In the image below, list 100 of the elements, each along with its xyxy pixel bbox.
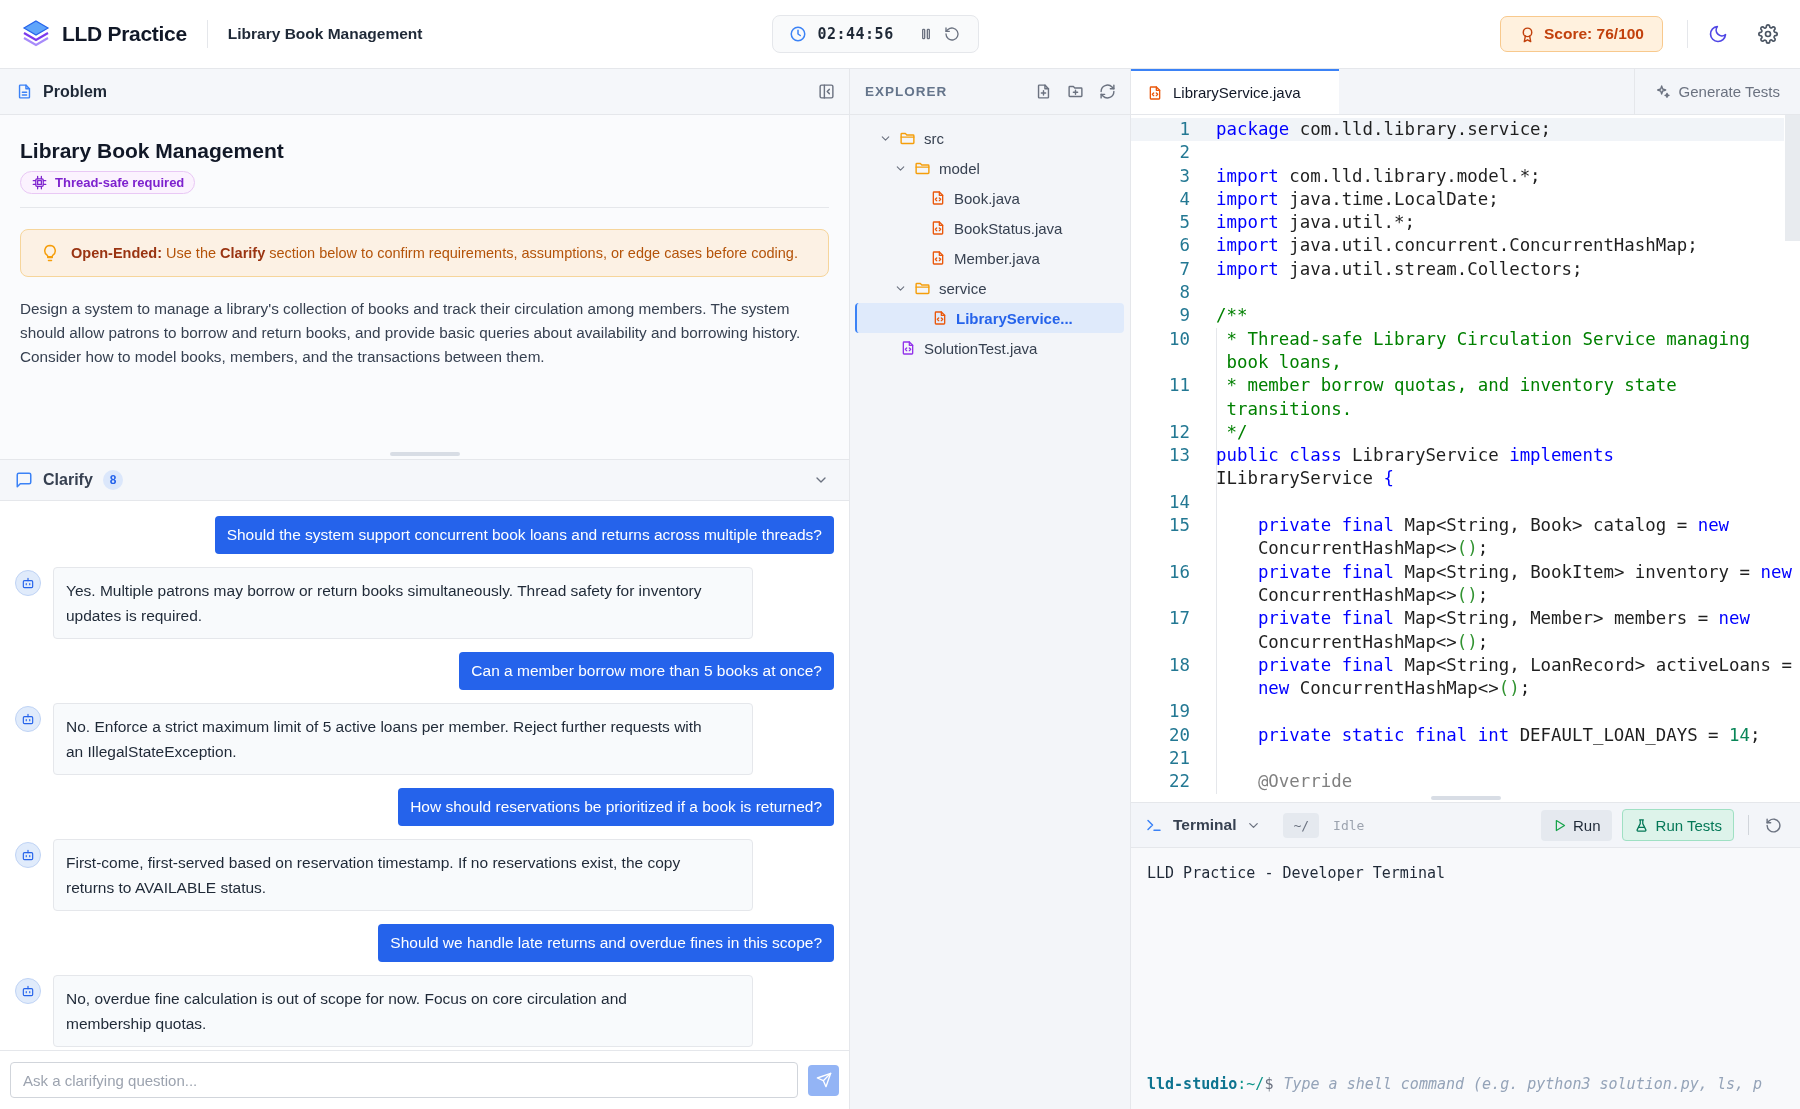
code-line: import com.lld.library.model.*; [1216,164,1542,188]
timer-text: 02:44:56 [817,25,894,43]
panel-title: Problem [43,82,107,101]
answer-bubble: No. Enforce a strict maximum limit of 5 active loans per member. Reject further requests with an IllegalStateException. [53,703,753,775]
flask-icon [1633,817,1649,833]
line-number: 13 [1168,444,1191,468]
resize-handle[interactable] [390,452,460,456]
code-line: private final Map<String, Member> members = new ConcurrentHashMap<>(); [1216,607,1800,654]
line-number: 6 [1178,234,1191,258]
robot-icon [21,576,35,590]
new-file-icon[interactable] [1035,83,1052,100]
terminal-output: LLD Practice - Developer Terminal [1147,864,1446,882]
requirement-tag: Thread-safe required [20,171,196,194]
answer-bubble: First-come, first-served based on reservation timestamp. If no reservations exist, the copy returns to AVAILABLE status. [53,839,753,911]
question-bubble: Can a member borrow more than 5 books at once? [459,652,834,690]
problem-heading: Library Book Management [20,139,285,163]
clarify-header[interactable]: Clarify 8 [0,459,849,501]
question-bubble: How should reservations be prioritized if a book is returned? [398,788,834,826]
robot-icon [21,984,35,998]
line-number: 11 [1168,374,1191,398]
code-line: import java.util.concurrent.ConcurrentHashMap; [1216,234,1699,258]
line-number: 3 [1178,164,1191,188]
chip-icon [32,175,47,190]
question-bubble: Should the system support concurrent book loans and returns across multiple threads? [214,516,834,554]
command-input[interactable]: Type a shell command (e.g. python3 solution.py, ls, p [1283,1075,1784,1093]
line-number: 20 [1168,723,1191,747]
score-button[interactable]: Score: 76/100 [1500,16,1663,52]
tree-item[interactable]: src [855,123,1124,153]
section-title: Clarify [43,471,93,489]
line-number: 17 [1168,607,1191,631]
question-input[interactable]: Ask a clarifying question... [10,1062,798,1098]
code-line: public class LibraryService implements ILibraryService { [1216,444,1766,491]
sparkle-icon [1654,83,1671,100]
tree-item[interactable]: Book.java [855,183,1124,213]
resize-handle[interactable] [1430,796,1501,800]
file-tab[interactable]: LibraryService.java [1131,69,1339,114]
refresh-icon[interactable] [1099,83,1116,100]
line-number: 12 [1168,420,1191,444]
tree-item[interactable]: service [855,273,1124,303]
tree-item[interactable]: SolutionTest.java [855,333,1124,363]
prompt-path: :~/ [1237,1075,1265,1093]
prompt-host: lld-studio [1147,1075,1238,1093]
terminal-title: Terminal [1173,816,1237,834]
line-number: 10 [1168,327,1191,351]
count-badge: 8 [102,470,124,490]
code-file-icon [932,310,948,326]
code-line: * Thread-safe Library Circulation Service managing book loans, [1216,327,1777,375]
line-number: 19 [1168,700,1191,724]
code-line: import java.util.*; [1216,211,1416,235]
line-number: 7 [1178,257,1191,281]
problem-description: Design a system to manage a library's collection of books and track their circulation among members. The system should allow patrons to borrow and return books, and provide basic queries about availability and borrowing history. Consider how to model books, members, and the transactions between them. [20,299,802,367]
reset-icon[interactable] [1765,816,1782,834]
reset-icon[interactable] [943,26,960,42]
line-number: 22 [1168,770,1191,794]
answer-bubble: Yes. Multiple patrons may borrow or return books simultaneously. Thread safety for inventory updates is required. [53,567,753,639]
send-icon [815,1072,832,1088]
collapse-panel-icon[interactable] [818,83,835,100]
layers-logo-icon [22,19,50,49]
line-number: 2 [1178,141,1191,165]
code-line: */ [1216,420,1777,445]
new-folder-icon[interactable] [1067,83,1084,100]
app-name: LLD Practice [62,22,187,46]
code-file-icon [930,220,946,236]
chat-icon [15,471,33,489]
prompt-symbol: $ [1264,1075,1274,1093]
line-number: 14 [1168,490,1191,514]
run-button[interactable]: Run [1541,809,1612,841]
line-number: 9 [1178,304,1191,328]
code-line: import java.util.stream.Collectors; [1216,257,1584,281]
tree-item[interactable]: Member.java [855,243,1124,273]
problem-title: Library Book Management [227,25,423,43]
code-line: /** [1216,304,1249,328]
line-number: 8 [1178,281,1191,305]
document-icon [16,83,33,100]
lightbulb-icon [41,244,59,262]
tree-item[interactable]: BookStatus.java [855,213,1124,243]
line-number: 15 [1168,514,1191,538]
code-file-icon [930,250,946,266]
code-line: @Override [1216,770,1800,794]
line-number: 4 [1178,187,1191,211]
code-line: private static final int DEFAULT_LOAN_DAYS = 14; [1216,723,1800,747]
line-number: 16 [1168,560,1191,584]
tree-item[interactable]: model [855,153,1124,183]
tree-item[interactable]: LibraryService... [855,303,1124,333]
line-number: 21 [1168,747,1191,770]
settings-icon[interactable] [1758,24,1778,44]
run-tests-button[interactable]: Run Tests [1621,809,1734,841]
code-file-icon [900,340,916,356]
code-file-icon [1147,84,1163,101]
code-line: import java.time.LocalDate; [1216,187,1500,211]
robot-icon [21,848,35,862]
generate-tests-button[interactable]: Generate Tests [1633,69,1800,114]
line-number: 1 [1178,118,1191,141]
code-file-icon [930,190,946,206]
code-line: private final Map<String, BookItem> inventory = new ConcurrentHashMap<>(); [1216,560,1800,608]
code-line: * member borrow quotas, and inventory state transitions. [1216,374,1777,421]
scrollbar-thumb[interactable] [1785,115,1800,241]
code-line: private final Map<String, LoanRecord> activeLoans = new ConcurrentHashMap<>(); [1216,653,1800,701]
moon-icon[interactable] [1708,24,1728,44]
code-line: private final Map<String, Book> catalog = new ConcurrentHashMap<>(); [1216,514,1800,561]
